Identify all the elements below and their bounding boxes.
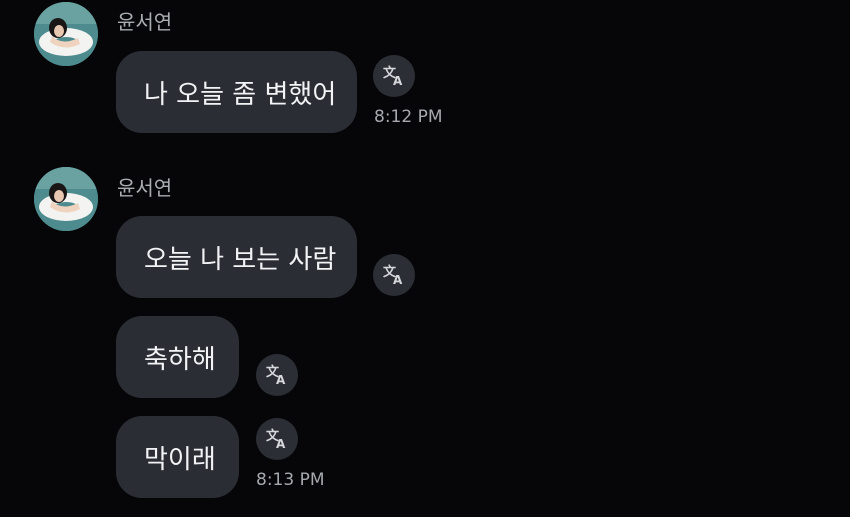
translate-icon: [266, 364, 286, 387]
message-text: 나 오늘 좀 변했어: [144, 79, 337, 110]
message-bubble[interactable]: 막이래: [116, 416, 239, 498]
message-text: 오늘 나 보는 사람: [144, 244, 337, 275]
translate-button[interactable]: [256, 418, 298, 460]
translate-icon: [383, 65, 403, 88]
message-timestamp: 8:12 PM: [374, 107, 443, 127]
message-bubble[interactable]: 축하해: [116, 316, 239, 398]
translate-icon: [383, 264, 403, 287]
message-timestamp: 8:13 PM: [256, 470, 325, 490]
avatar[interactable]: [34, 167, 98, 231]
message-bubble[interactable]: 오늘 나 보는 사람: [116, 216, 357, 298]
message-bubble[interactable]: 나 오늘 좀 변했어: [116, 51, 357, 133]
sender-name[interactable]: 윤서연: [117, 10, 172, 34]
translate-icon: [266, 428, 286, 451]
avatar[interactable]: [34, 2, 98, 66]
translate-button[interactable]: [256, 354, 298, 396]
translate-button[interactable]: [373, 254, 415, 296]
translate-button[interactable]: [373, 55, 415, 97]
message-text: 축하해: [144, 344, 216, 375]
message-text: 막이래: [144, 444, 216, 475]
sender-name[interactable]: 윤서연: [117, 176, 172, 200]
